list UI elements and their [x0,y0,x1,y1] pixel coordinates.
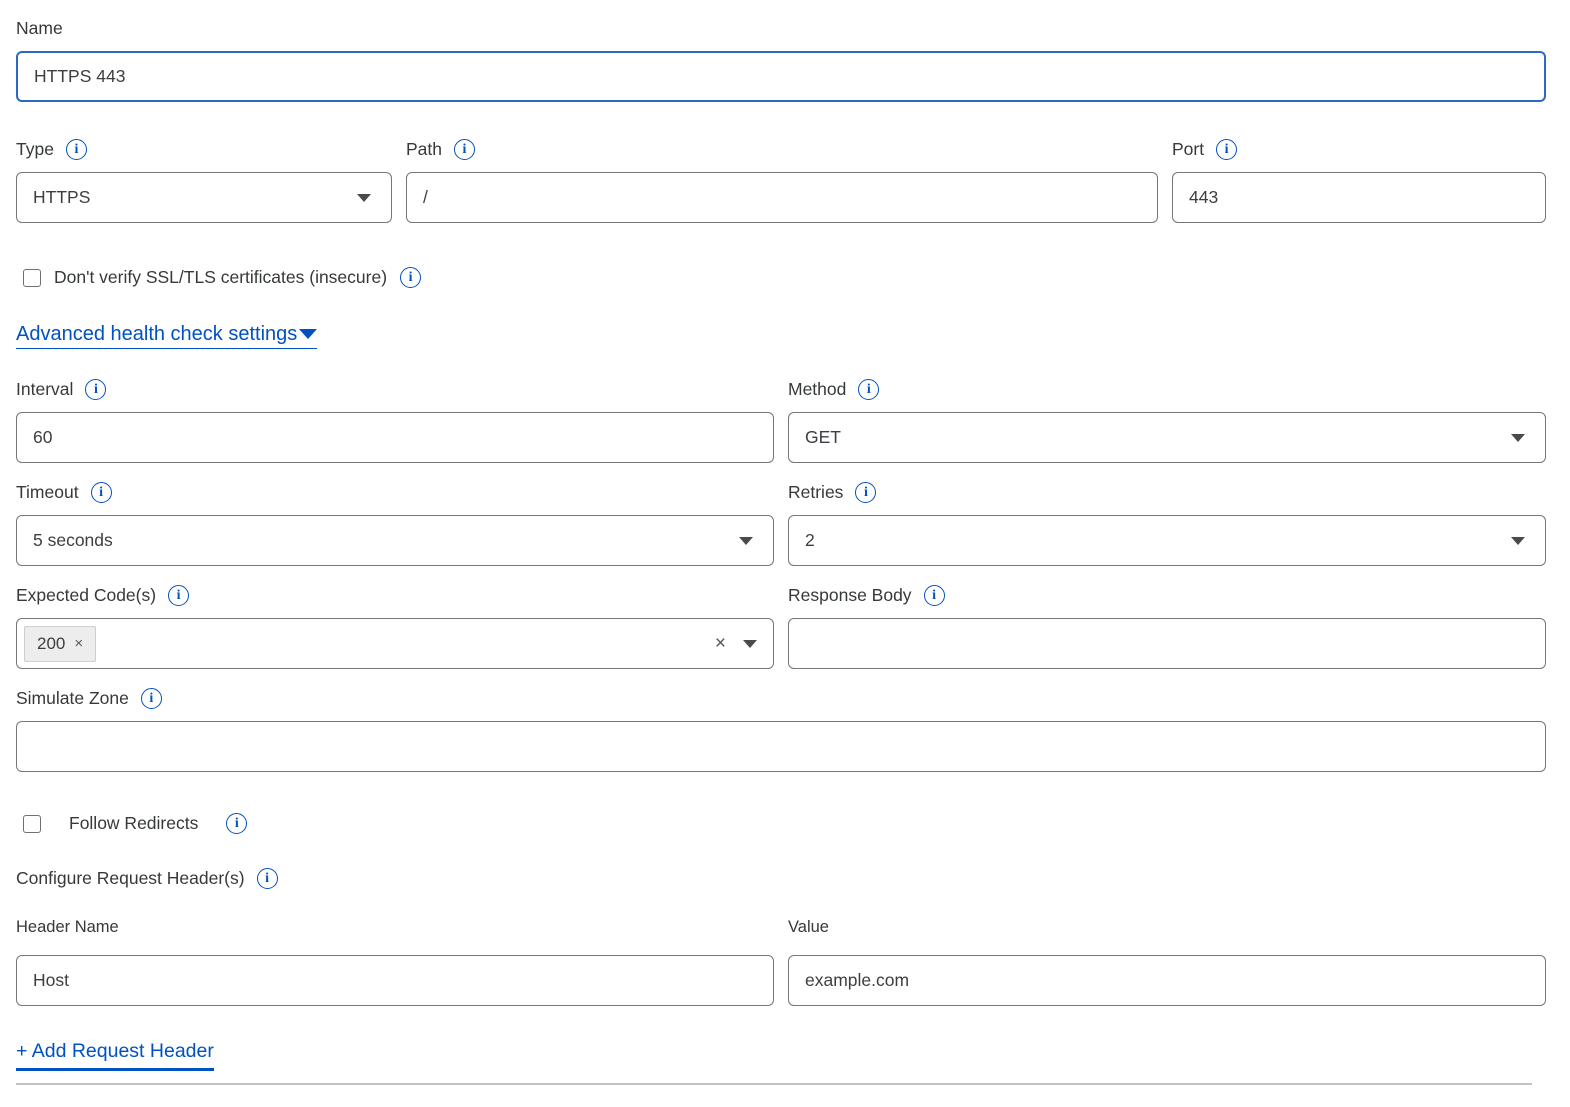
expected-codes-field-group: Expected Code(s) i 200 × × [16,584,774,669]
type-select[interactable]: HTTPS [16,172,392,223]
simulate-zone-field-group: Simulate Zone i [16,687,1546,772]
info-icon[interactable]: i [257,868,278,889]
info-icon[interactable]: i [1216,139,1237,160]
method-select[interactable]: GET [788,412,1546,463]
header-name-input[interactable] [16,955,774,1006]
info-icon[interactable]: i [858,379,879,400]
request-header-row [16,955,1546,1006]
info-icon[interactable]: i [454,139,475,160]
simulate-zone-input[interactable] [16,721,1546,772]
chevron-down-icon [743,640,757,648]
chevron-down-icon [1511,434,1525,442]
retries-select[interactable]: 2 [788,515,1546,566]
info-icon[interactable]: i [400,267,421,288]
value-column-label: Value [788,916,1546,939]
response-body-field-group: Response Body i [788,584,1546,669]
chevron-down-icon [357,194,371,202]
expected-codes-select[interactable]: 200 × × [16,618,774,669]
name-input[interactable] [16,51,1546,102]
type-field-group: Type i HTTPS [16,138,392,223]
type-select-value: HTTPS [33,187,90,208]
follow-redirects-row: Follow Redirects i [23,813,1546,834]
interval-field-group: Interval i [16,378,774,463]
expected-codes-label: Expected Code(s) [16,584,156,607]
interval-label: Interval [16,378,73,401]
timeout-select-value: 5 seconds [33,530,113,551]
port-field-group: Port i [1172,138,1546,223]
codes-body-row: Expected Code(s) i 200 × × Response Body… [16,584,1546,669]
add-request-header-row: + Add Request Header [16,1040,1546,1071]
interval-method-row: Interval i Method i GET [16,378,1546,463]
advanced-settings-link[interactable]: Advanced health check settings [16,323,317,349]
path-label: Path [406,138,442,161]
path-field-group: Path i [406,138,1158,223]
path-input[interactable] [406,172,1158,223]
follow-redirects-label: Follow Redirects [69,813,198,834]
request-headers-label: Configure Request Header(s) [16,867,245,890]
expected-code-tag-value: 200 [37,634,65,654]
simulate-zone-label: Simulate Zone [16,687,129,710]
info-icon[interactable]: i [91,482,112,503]
header-value-input[interactable] [788,955,1546,1006]
chevron-down-icon [739,537,753,545]
retries-field-group: Retries i 2 [788,481,1546,566]
retries-select-value: 2 [805,530,815,551]
ssl-verify-label: Don't verify SSL/TLS certificates (insec… [54,267,387,288]
section-divider [16,1083,1532,1085]
chevron-down-icon [1511,537,1525,545]
info-icon[interactable]: i [924,585,945,606]
method-select-value: GET [805,427,841,448]
response-body-label: Response Body [788,584,912,607]
expected-code-tag: 200 × [24,626,96,662]
chevron-down-icon [299,329,317,339]
advanced-settings-row: Advanced health check settings [16,323,1546,349]
health-check-form: Name Type i HTTPS Path i Port i [0,0,1570,1085]
info-icon[interactable]: i [226,813,247,834]
retries-label: Retries [788,481,843,504]
header-name-column-label: Header Name [16,916,774,939]
method-field-group: Method i GET [788,378,1546,463]
name-field-group: Name [16,17,1546,102]
timeout-select[interactable]: 5 seconds [16,515,774,566]
ssl-verify-checkbox-row: Don't verify SSL/TLS certificates (insec… [23,267,1546,288]
ssl-verify-checkbox[interactable] [23,269,41,287]
clear-icon[interactable]: × [715,634,726,653]
timeout-retries-row: Timeout i 5 seconds Retries i 2 [16,481,1546,566]
info-icon[interactable]: i [66,139,87,160]
method-label: Method [788,378,846,401]
name-label: Name [16,17,63,40]
type-path-port-row: Type i HTTPS Path i Port i [16,138,1546,223]
timeout-field-group: Timeout i 5 seconds [16,481,774,566]
info-icon[interactable]: i [855,482,876,503]
follow-redirects-checkbox[interactable] [23,815,41,833]
interval-input[interactable] [16,412,774,463]
port-input[interactable] [1172,172,1546,223]
request-header-column-labels: Header Name Value [16,916,1546,939]
info-icon[interactable]: i [168,585,189,606]
add-request-header-link[interactable]: + Add Request Header [16,1040,214,1071]
remove-tag-icon[interactable]: × [74,636,83,651]
request-headers-section-title: Configure Request Header(s) i [16,867,1546,890]
port-label: Port [1172,138,1204,161]
advanced-settings-label: Advanced health check settings [16,323,297,346]
timeout-label: Timeout [16,481,79,504]
type-label: Type [16,138,54,161]
info-icon[interactable]: i [141,688,162,709]
response-body-input[interactable] [788,618,1546,669]
info-icon[interactable]: i [85,379,106,400]
